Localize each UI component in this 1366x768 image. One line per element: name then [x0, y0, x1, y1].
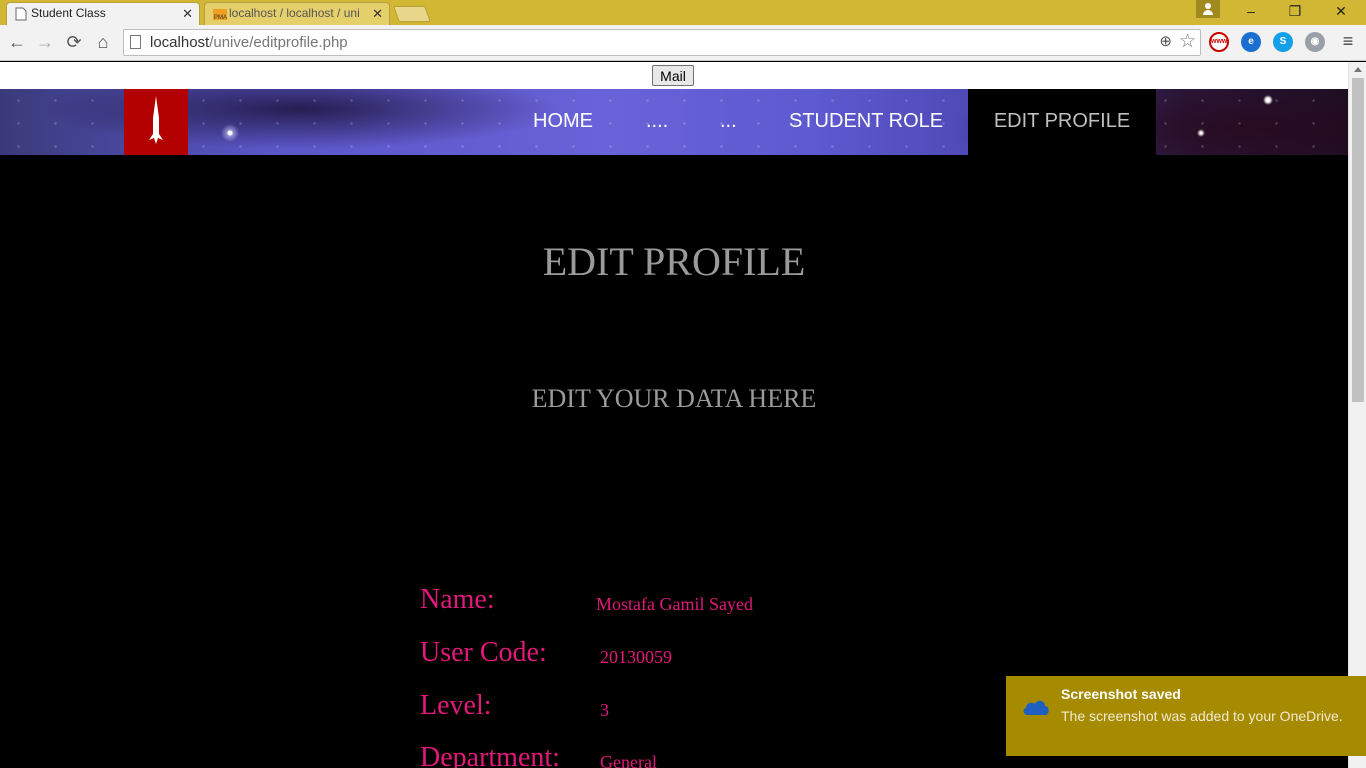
screenshot-notification[interactable]: Screenshot saved The screenshot was adde… [1006, 676, 1366, 756]
extension-icon[interactable]: ◉ [1305, 32, 1325, 52]
scroll-up-icon[interactable] [1354, 67, 1362, 72]
user-code-label: User Code: [420, 637, 547, 668]
back-icon[interactable]: ← [6, 31, 28, 53]
close-icon[interactable]: ✕ [182, 3, 193, 24]
address-bar[interactable]: localhost/unive/editprofile.php ⊕ ☆ [123, 29, 1201, 56]
nav-banner: HOME .... ... STUDENT ROLE EDIT PROFILE [0, 89, 1348, 155]
page-title: EDIT PROFILE [542, 239, 806, 284]
globe-extension-icon[interactable]: e [1241, 32, 1261, 52]
name-value: Mostafa Gamil Sayed [596, 594, 753, 614]
forward-icon[interactable]: → [34, 31, 56, 53]
level-value: 3 [600, 700, 609, 720]
nav-student-role[interactable]: STUDENT ROLE [789, 89, 943, 155]
nav-placeholder-2[interactable]: ... [720, 89, 737, 155]
page-content: Mail HOME .... ... STUDENT ROLE EDIT PRO… [0, 62, 1348, 768]
scrollbar-thumb[interactable] [1352, 78, 1364, 402]
tab-student-class[interactable]: Student Class ✕ [6, 2, 200, 25]
nav-edit-profile[interactable]: EDIT PROFILE [968, 89, 1156, 155]
level-label: Level: [420, 690, 492, 721]
notification-title: Screenshot saved [1061, 686, 1181, 702]
minimize-button[interactable]: – [1228, 0, 1274, 24]
page-icon [15, 7, 27, 21]
mail-button[interactable]: Mail [652, 65, 694, 86]
browser-toolbar: ← → ⟳ ⌂ localhost/unive/editprofile.php … [0, 25, 1366, 61]
phpmyadmin-icon: PMA [213, 7, 227, 21]
notification-body: The screenshot was added to your OneDriv… [1061, 708, 1343, 724]
rocket-icon [149, 96, 163, 144]
skype-extension-icon[interactable]: S [1273, 32, 1293, 52]
adblock-extension-icon[interactable]: www [1209, 32, 1229, 52]
url-text: localhost/unive/editprofile.php [150, 34, 348, 51]
reload-icon[interactable]: ⟳ [63, 31, 85, 53]
nav-home[interactable]: HOME [533, 89, 593, 155]
nav-placeholder-1[interactable]: .... [646, 89, 668, 155]
department-label: Department: [420, 742, 560, 768]
top-bar: Mail [0, 62, 1348, 89]
svg-text:PMA: PMA [214, 15, 227, 21]
logo[interactable] [124, 89, 188, 155]
department-value: General [600, 752, 657, 768]
onedrive-cloud-icon [1023, 700, 1049, 715]
page-subtitle: EDIT YOUR DATA HERE [531, 384, 817, 413]
profile-icon[interactable] [1196, 0, 1220, 18]
tab-title: Student Class [31, 6, 106, 20]
page-scrollbar[interactable] [1348, 62, 1366, 768]
close-window-button[interactable]: ✕ [1318, 0, 1364, 24]
tab-title: localhost / localhost / uni [229, 6, 360, 20]
zoom-icon[interactable]: ⊕ [1159, 32, 1172, 50]
browser-tab-strip: Student Class ✕ PMA localhost / localhos… [0, 0, 1366, 25]
new-tab-button[interactable] [393, 6, 431, 22]
menu-icon[interactable]: ≡ [1338, 31, 1358, 52]
user-code-value: 20130059 [600, 647, 672, 667]
star-icon[interactable]: ☆ [1179, 30, 1196, 53]
restore-button[interactable]: ❐ [1272, 0, 1318, 24]
home-icon[interactable]: ⌂ [92, 31, 114, 53]
tab-phpmyadmin[interactable]: PMA localhost / localhost / uni ✕ [204, 2, 390, 25]
name-label: Name: [420, 584, 495, 615]
page-icon [130, 35, 141, 49]
close-icon[interactable]: ✕ [372, 3, 383, 24]
